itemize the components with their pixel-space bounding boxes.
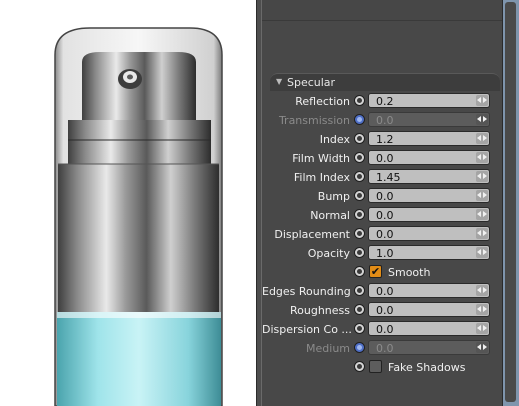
property-label: Dispersion Co ... bbox=[262, 323, 352, 336]
property-row-displacement: Displacement 0.0 bbox=[262, 225, 502, 244]
fake-shadows-row: Fake Shadows bbox=[262, 358, 502, 377]
property-label: Film Index bbox=[293, 171, 350, 184]
property-row-bump: Bump 0.0 bbox=[262, 187, 502, 206]
property-value: 0.0 bbox=[376, 228, 394, 241]
property-row-normal: Normal 0.0 bbox=[262, 206, 502, 225]
property-value: 0.0 bbox=[376, 342, 394, 355]
spin-arrows-icon[interactable] bbox=[476, 133, 488, 144]
property-value: 0.0 bbox=[376, 285, 394, 298]
property-label: Medium bbox=[306, 342, 350, 355]
property-value-field: 0.0 bbox=[368, 340, 490, 355]
texture-link-icon[interactable] bbox=[354, 285, 365, 296]
spin-arrows-icon[interactable] bbox=[476, 152, 488, 163]
property-row-medium: Medium 0.0 bbox=[262, 339, 502, 358]
property-row-film-index: Film Index 1.45 bbox=[262, 168, 502, 187]
property-row-index: Index 1.2 bbox=[262, 130, 502, 149]
property-value-field[interactable]: 0.0 bbox=[368, 226, 490, 241]
pump-bottle-image bbox=[0, 0, 256, 406]
property-value: 0.0 bbox=[376, 190, 394, 203]
properties-panel: ▼ Specular Reflection 0.2 Transmission 0.0 I… bbox=[262, 0, 502, 406]
section-title: Specular bbox=[287, 76, 336, 89]
spin-arrows-icon[interactable] bbox=[476, 190, 488, 201]
texture-link-icon[interactable] bbox=[354, 304, 365, 315]
texture-link-icon[interactable] bbox=[354, 190, 365, 201]
property-value: 0.0 bbox=[376, 304, 394, 317]
texture-link-icon[interactable] bbox=[354, 114, 365, 125]
render-viewport[interactable] bbox=[0, 0, 256, 406]
smooth-label: Smooth bbox=[388, 266, 431, 279]
property-label: Bump bbox=[317, 190, 350, 203]
property-label: Film Width bbox=[292, 152, 350, 165]
texture-link-icon[interactable] bbox=[354, 152, 365, 163]
texture-link-icon[interactable] bbox=[354, 209, 365, 220]
spin-arrows-icon[interactable] bbox=[476, 247, 488, 258]
fake-shadows-checkbox[interactable] bbox=[369, 360, 382, 373]
texture-link-icon[interactable] bbox=[354, 361, 365, 372]
property-label: Index bbox=[319, 133, 350, 146]
property-value: 0.0 bbox=[376, 323, 394, 336]
property-value: 1.2 bbox=[376, 133, 394, 146]
spin-arrows-icon[interactable] bbox=[476, 285, 488, 296]
texture-link-icon[interactable] bbox=[354, 95, 365, 106]
property-row-edges-rounding: Edges Rounding 0.0 bbox=[262, 282, 502, 301]
texture-link-icon[interactable] bbox=[354, 266, 365, 277]
specular-section-header[interactable]: ▼ Specular bbox=[270, 73, 500, 91]
property-row-film-width: Film Width 0.0 bbox=[262, 149, 502, 168]
spin-arrows-icon[interactable] bbox=[476, 171, 488, 182]
smooth-checkbox[interactable]: ✔ bbox=[369, 265, 382, 278]
property-value: 1.45 bbox=[376, 171, 401, 184]
spin-arrows-icon[interactable] bbox=[476, 209, 488, 220]
texture-link-icon[interactable] bbox=[354, 171, 365, 182]
property-value-field: 0.0 bbox=[368, 112, 490, 127]
collapse-triangle-icon[interactable]: ▼ bbox=[276, 77, 282, 86]
spin-arrows-icon[interactable] bbox=[476, 95, 488, 106]
spin-arrows-icon[interactable] bbox=[476, 323, 488, 334]
property-value: 0.0 bbox=[376, 209, 394, 222]
property-value-field[interactable]: 0.0 bbox=[368, 188, 490, 203]
smooth-row: ✔ Smooth bbox=[262, 263, 502, 282]
vertical-scrollbar[interactable] bbox=[502, 0, 519, 406]
fake-shadows-label: Fake Shadows bbox=[388, 361, 466, 374]
spin-arrows-icon[interactable] bbox=[476, 228, 488, 239]
property-label: Normal bbox=[310, 209, 350, 222]
property-label: Opacity bbox=[307, 247, 350, 260]
property-value-field[interactable]: 1.2 bbox=[368, 131, 490, 146]
property-label: Displacement bbox=[274, 228, 350, 241]
spin-arrows-icon bbox=[476, 342, 488, 353]
property-value-field[interactable]: 0.0 bbox=[368, 283, 490, 298]
property-value: 0.0 bbox=[376, 114, 394, 127]
property-value-field[interactable]: 0.0 bbox=[368, 321, 490, 336]
texture-link-icon[interactable] bbox=[354, 133, 365, 144]
property-value: 0.2 bbox=[376, 95, 394, 108]
property-row-opacity: Opacity 1.0 bbox=[262, 244, 502, 263]
property-label: Transmission bbox=[278, 114, 350, 127]
texture-link-icon[interactable] bbox=[354, 323, 365, 334]
property-value-field[interactable]: 1.0 bbox=[368, 245, 490, 260]
texture-link-icon[interactable] bbox=[354, 342, 365, 353]
property-value-field[interactable]: 0.0 bbox=[368, 207, 490, 222]
property-value: 1.0 bbox=[376, 247, 394, 260]
property-value-field[interactable]: 0.2 bbox=[368, 93, 490, 108]
property-label: Roughness bbox=[289, 304, 350, 317]
panel-toolbar bbox=[262, 0, 502, 21]
property-row-dispersion-co: Dispersion Co ... 0.0 bbox=[262, 320, 502, 339]
texture-link-icon[interactable] bbox=[354, 228, 365, 239]
property-value: 0.0 bbox=[376, 152, 394, 165]
spin-arrows-icon bbox=[476, 114, 488, 125]
property-row-transmission: Transmission 0.0 bbox=[262, 111, 502, 130]
property-value-field[interactable]: 0.0 bbox=[368, 150, 490, 165]
property-row-reflection: Reflection 0.2 bbox=[262, 92, 502, 111]
texture-link-icon[interactable] bbox=[354, 247, 365, 258]
property-label: Edges Rounding bbox=[262, 285, 351, 298]
spin-arrows-icon[interactable] bbox=[476, 304, 488, 315]
property-label: Reflection bbox=[295, 95, 350, 108]
property-value-field[interactable]: 1.45 bbox=[368, 169, 490, 184]
scrollbar-thumb[interactable] bbox=[505, 2, 516, 402]
property-value-field[interactable]: 0.0 bbox=[368, 302, 490, 317]
property-row-roughness: Roughness 0.0 bbox=[262, 301, 502, 320]
